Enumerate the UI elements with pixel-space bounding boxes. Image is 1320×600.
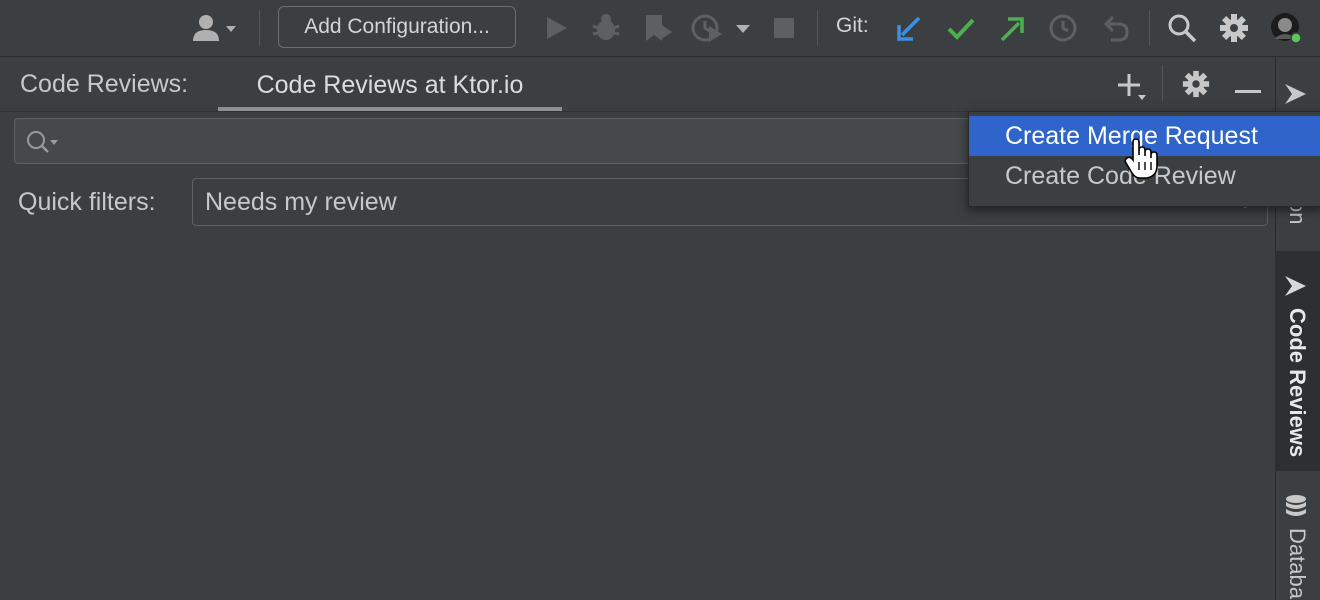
code-reviews-tab-label[interactable]: Code Reviews [1284,308,1310,457]
header-separator [1162,65,1163,101]
database-tab-label[interactable]: Databa [1284,528,1310,599]
code-reviews-tab-icon-wrap [1282,272,1310,304]
settings-button[interactable] [1219,13,1249,47]
stop-icon [774,18,794,38]
coverage-button[interactable] [642,12,674,48]
chevron-down-icon [226,26,236,32]
profile-icon [691,14,722,42]
tab-code-reviews-ktor[interactable]: Code Reviews at Ktor.io [218,57,562,111]
git-label: Git: [836,14,869,37]
chevron-down-icon [1138,95,1146,100]
search-icon [1168,14,1197,43]
strip-tab-icon[interactable] [1282,80,1310,112]
minimize-button[interactable] [1234,81,1262,100]
debug-icon [592,14,620,40]
rollback-icon [1103,15,1129,42]
search-everywhere-button[interactable] [1167,13,1197,47]
tool-window-header: Code Reviews: Code Reviews at Ktor.io [0,57,1275,112]
add-configuration-button[interactable]: Add Configuration... [278,6,516,48]
code-review-icon [1285,84,1306,104]
quick-filter-value: Needs my review [205,188,397,216]
tool-window-settings-button[interactable] [1182,70,1210,102]
git-update-icon [897,16,921,41]
git-push-button[interactable] [997,14,1027,48]
git-update-button[interactable] [894,14,924,48]
online-status-indicator [1290,32,1302,44]
git-commit-button[interactable] [945,14,977,48]
coverage-icon [646,15,672,41]
git-commit-icon [947,18,975,40]
user-avatar-icon [1271,13,1302,44]
rollback-button[interactable] [1101,13,1131,47]
run-options-dropdown[interactable] [734,20,752,39]
run-button[interactable] [542,14,570,46]
tab-label: Code Reviews at Ktor.io [256,71,524,99]
quick-filters-label: Quick filters: [18,188,156,216]
tool-window-title: Code Reviews: [20,70,189,98]
hand-cursor-icon [1124,138,1158,184]
gear-icon [1220,14,1248,42]
stop-button[interactable] [772,16,796,44]
user-icon [193,15,236,41]
toolbar-separator [1149,10,1150,46]
search-icon [27,131,58,153]
avatar[interactable] [1270,12,1304,50]
database-icon [1286,495,1306,516]
database-tab-icon-wrap[interactable] [1283,494,1309,524]
git-push-icon [1000,17,1024,42]
debug-button[interactable] [590,12,622,48]
code-review-icon [1285,276,1306,296]
account-button[interactable] [190,12,240,44]
add-button[interactable] [1116,71,1150,107]
minimize-icon [1235,90,1261,93]
gear-icon [1182,70,1210,98]
run-icon [547,17,567,39]
profile-button[interactable] [690,12,724,48]
plus-icon [1118,74,1146,100]
history-icon [1049,14,1077,42]
toolbar-separator [259,10,260,46]
chevron-down-icon [736,25,750,33]
main-toolbar: Add Configuration... Git: [0,0,1320,57]
history-button[interactable] [1048,13,1078,47]
toolbar-separator [817,10,818,46]
